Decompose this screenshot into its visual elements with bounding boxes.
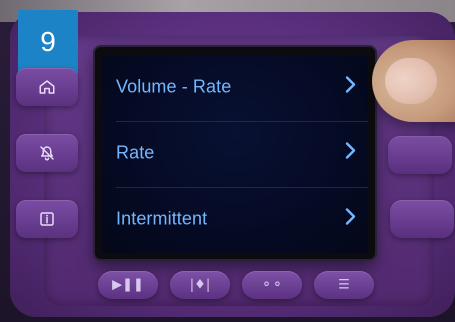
step-number: 9 bbox=[40, 26, 56, 57]
step-badge: 9 bbox=[18, 10, 78, 74]
photo-scene: 9 Volume - Rate Rate Intermittent ▶❚❚ |♦… bbox=[0, 0, 455, 322]
menu-icon: ☰ bbox=[338, 277, 350, 293]
fingernail bbox=[385, 58, 437, 104]
play-pause-icon: ▶❚❚ bbox=[112, 277, 144, 293]
right-side-button-3[interactable] bbox=[390, 200, 454, 238]
adjust-button[interactable]: |♦| bbox=[170, 271, 230, 299]
menu-item-label: Volume - Rate bbox=[116, 76, 232, 97]
info-button[interactable] bbox=[16, 200, 78, 238]
adjust-icon: |♦| bbox=[189, 277, 211, 293]
chevron-right-icon bbox=[344, 142, 356, 165]
menu-item-label: Rate bbox=[116, 142, 155, 163]
device-screen: Volume - Rate Rate Intermittent bbox=[102, 55, 368, 253]
options-button[interactable]: ⚬⚬ bbox=[242, 271, 302, 299]
chevron-right-icon bbox=[344, 76, 356, 99]
play-pause-button[interactable]: ▶❚❚ bbox=[98, 271, 158, 299]
right-side-button-2[interactable] bbox=[388, 136, 452, 174]
menu-item-intermittent[interactable]: Intermittent bbox=[102, 187, 368, 251]
alarm-silence-button[interactable] bbox=[16, 134, 78, 172]
menu-item-volume-rate[interactable]: Volume - Rate bbox=[102, 55, 368, 119]
menu-item-rate[interactable]: Rate bbox=[102, 121, 368, 185]
menu-button[interactable]: ☰ bbox=[314, 271, 374, 299]
chevron-right-icon bbox=[344, 208, 356, 231]
options-icon: ⚬⚬ bbox=[261, 277, 283, 293]
menu-item-label: Intermittent bbox=[116, 208, 208, 229]
home-button[interactable] bbox=[16, 68, 78, 106]
